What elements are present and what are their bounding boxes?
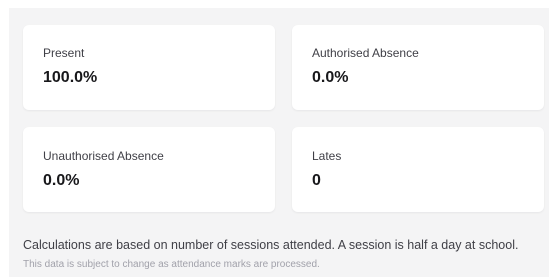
data-disclaimer: This data is subject to change as attend… [23, 259, 320, 270]
authorised-absence-label: Authorised Absence [312, 46, 419, 60]
present-card: Present 100.0% [23, 25, 275, 110]
present-value: 100.0% [43, 69, 98, 86]
unauthorised-absence-card: Unauthorised Absence 0.0% [23, 127, 275, 212]
unauthorised-absence-value: 0.0% [43, 172, 80, 189]
lates-card: Lates 0 [292, 127, 544, 212]
lates-value: 0 [312, 172, 321, 189]
calculation-note: Calculations are based on number of sess… [23, 238, 519, 252]
authorised-absence-value: 0.0% [312, 69, 349, 86]
present-label: Present [43, 46, 85, 60]
authorised-absence-card: Authorised Absence 0.0% [292, 25, 544, 110]
unauthorised-absence-label: Unauthorised Absence [43, 149, 164, 163]
lates-label: Lates [312, 149, 342, 163]
